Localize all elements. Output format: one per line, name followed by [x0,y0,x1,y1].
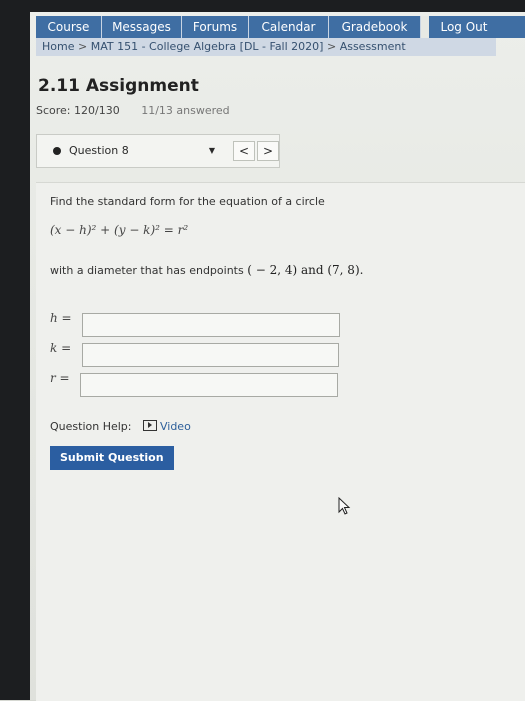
breadcrumb-current: Assessment [339,40,406,53]
previous-question-button[interactable]: < [233,141,255,161]
nav-calendar[interactable]: Calendar [249,16,329,38]
h-input[interactable] [82,313,340,337]
video-help-link[interactable]: Video [142,420,191,433]
breadcrumb-separator: > [77,40,88,53]
diameter-text: with a diameter that has endpoints ( − 2… [50,263,363,277]
page-title: 2.11 Assignment [38,76,199,96]
question-select-label: Question 8 [69,144,129,157]
screen-bezel-top [0,0,525,12]
question-navigation: Question 8 ▼ < > [36,134,280,168]
video-help-label: Video [159,420,191,433]
nav-gradebook[interactable]: Gradebook [329,16,421,38]
top-nav: Course Messages Forums Calendar Gradeboo… [36,16,525,38]
score-text: Score: 120/130 [36,104,120,117]
video-icon [142,420,157,431]
k-label: k = [50,341,72,355]
circle-equation: (x − h)² + (y − k)² = r² [50,223,189,237]
breadcrumb-separator: > [326,40,337,53]
score-line: Score: 120/130 11/13 answered [36,104,230,117]
nav-course[interactable]: Course [36,16,102,38]
breadcrumb-course[interactable]: MAT 151 - College Algebra [DL - Fall 202… [91,40,324,53]
breadcrumb: Home > MAT 151 - College Algebra [DL - F… [36,38,496,56]
k-input[interactable] [82,343,339,367]
next-question-button[interactable]: > [257,141,279,161]
nav-logout[interactable]: Log Out [429,16,499,38]
question-help-label: Question Help: [50,420,132,433]
question-select[interactable]: Question 8 ▼ [45,139,217,163]
r-label: r = [50,371,70,385]
h-label: h = [50,311,72,325]
screen-bezel-left [0,0,30,700]
submit-question-button[interactable]: Submit Question [50,446,174,470]
diameter-label: with a diameter that has endpoints [50,264,244,277]
breadcrumb-home[interactable]: Home [42,40,74,53]
page: Course Messages Forums Calendar Gradeboo… [30,12,525,701]
nav-messages[interactable]: Messages [102,16,182,38]
answered-count: 11/13 answered [141,104,230,117]
r-input[interactable] [80,373,338,397]
caret-down-icon: ▼ [208,146,215,155]
status-dot-icon [53,147,61,155]
question-help: Question Help: Video [50,419,191,433]
nav-forums[interactable]: Forums [182,16,249,38]
diameter-endpoints: ( − 2, 4) and (7, 8). [247,263,364,277]
question-panel: Find the standard form for the equation … [36,182,525,701]
question-prompt: Find the standard form for the equation … [50,195,325,208]
